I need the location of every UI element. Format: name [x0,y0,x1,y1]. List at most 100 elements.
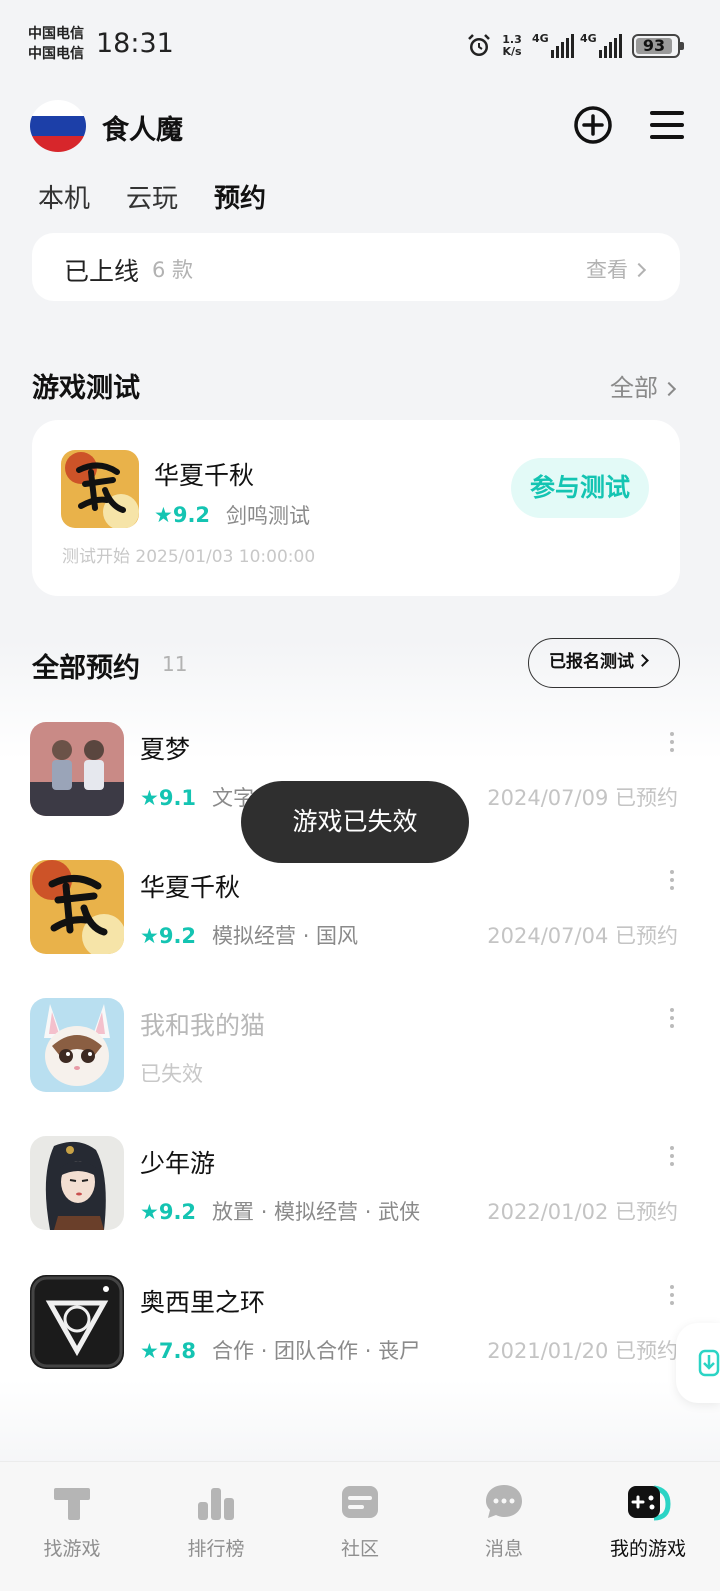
game-name: 奥西里之环 [140,1288,266,1317]
game-tags: 放置 · 模拟经营 · 武侠 [212,1200,421,1224]
test-game-meta: ★9.2 剑鸣测试 [154,500,310,530]
find-game-icon [54,1488,90,1520]
game-name: 夏梦 [140,735,191,764]
list-item[interactable]: 奥西里之环 ★7.8 合作 · 团队合作 · 丧尸 2021/01/20 已预约 [30,1275,690,1375]
nav-community-label: 社区 [340,1538,379,1560]
plus-circle-icon[interactable] [570,102,616,148]
alarm-icon [468,34,490,56]
tab-cloud[interactable]: 云玩 [126,178,178,218]
network-type-1: 4G [532,32,549,45]
nav-leaderboard-label: 排行榜 [187,1538,245,1560]
test-game-rating: ★9.2 [154,503,211,527]
join-test-button[interactable]: 参与测试 [511,458,649,518]
game-meta: ★9.2 放置 · 模拟经营 · 武侠 [140,1196,420,1226]
more-options-icon[interactable] [668,732,676,754]
nav-find-game-label: 找游戏 [43,1538,101,1560]
list-item[interactable]: 我和我的猫 已失效 [30,998,690,1098]
tab-local[interactable]: 本机 [38,178,90,218]
shaonianyou-app-icon [30,1136,124,1230]
list-item[interactable]: 华夏千秋 ★9.2 模拟经营 · 国风 2024/07/04 已预约 [30,860,690,960]
huaxia-qianqiu-app-icon [61,450,139,528]
reservation-date: 2024/07/04 已预约 [487,924,678,948]
battery-icon: 93 [632,34,684,58]
more-options-icon[interactable] [668,1285,676,1307]
online-title: 已上线 [64,257,140,286]
menu-icon[interactable] [644,102,690,148]
signal-bars-icon [551,34,574,58]
registered-tests-label: 已报名测试 [549,652,634,672]
network-type-2: 4G [580,32,597,45]
signal-bars-icon [599,34,622,58]
carrier-2: 中国电信 [28,46,84,62]
download-icon [698,1349,720,1377]
test-game-name: 华夏千秋 [154,461,255,490]
nav-my-games[interactable]: 我的游戏 [576,1462,720,1591]
view-label: 查看 [586,258,628,282]
reservation-date: 2024/07/09 已预约 [487,786,678,810]
registered-tests-button[interactable]: 已报名测试 [528,638,680,688]
view-all-tests-link[interactable]: 全部 [610,368,677,403]
cat-game-app-icon [30,998,124,1092]
game-rating: ★9.2 [140,924,197,948]
more-options-icon[interactable] [668,1008,676,1030]
more-options-icon[interactable] [668,870,676,892]
game-test-title: 游戏测试 [32,373,140,404]
network-speed: 1.3 K/s [498,34,526,58]
game-name: 少年游 [140,1149,216,1178]
more-options-icon[interactable] [668,1146,676,1168]
message-icon [486,1485,522,1518]
signal-2: 4G [580,32,622,60]
test-type: 剑鸣测试 [226,504,311,528]
clock: 18:31 [96,28,174,59]
game-rating: ★9.1 [140,786,197,810]
chevron-right-icon [636,654,649,667]
bottom-nav: 找游戏 排行榜 社区 消息 我的游戏 [0,1461,720,1591]
reservation-date: 2021/01/20 已预约 [487,1339,678,1363]
view-link[interactable]: 查看 [586,254,647,284]
game-tags: 合作 · 团队合作 · 丧尸 [212,1339,421,1363]
huaxia-qianqiu-app-icon [30,860,124,954]
game-test-card[interactable]: 华夏千秋 ★9.2 剑鸣测试 测试开始 2025/01/03 10:00:00 … [32,420,680,596]
reservation-date: 2022/01/02 已预约 [487,1200,678,1224]
gamepad-icon [628,1485,671,1521]
floating-download-button[interactable] [676,1323,720,1403]
game-rating: ★7.8 [140,1339,197,1363]
leaderboard-icon [198,1488,234,1520]
username[interactable]: 食人魔 [102,108,183,147]
nav-my-games-label: 我的游戏 [609,1538,686,1560]
tab-reservations[interactable]: 预约 [212,178,269,218]
xiameng-app-icon [30,722,124,816]
nav-leaderboard[interactable]: 排行榜 [144,1462,288,1591]
nav-find-game[interactable]: 找游戏 [0,1462,144,1591]
view-all-label: 全部 [610,374,658,402]
battery-level: 93 [642,36,666,55]
online-count: 6 款 [152,258,194,282]
list-item[interactable]: 少年游 ★9.2 放置 · 模拟经营 · 武侠 2022/01/02 已预约 [30,1136,690,1236]
game-tags: 模拟经营 · 国风 [212,924,359,948]
carrier-info: 中国电信 中国电信 [28,24,84,64]
game-status: 已失效 [140,1062,203,1086]
nav-messages[interactable]: 消息 [432,1462,576,1591]
app-header: 食人魔 [30,98,690,154]
carrier-1: 中国电信 [28,26,84,42]
osiris-ring-app-icon [30,1275,124,1369]
toast-message: 游戏已失效 [241,781,469,863]
nav-community[interactable]: 社区 [288,1462,432,1591]
signal-1: 4G [532,32,574,60]
game-rating: ★9.2 [140,1200,197,1224]
speed-unit: K/s [502,45,522,58]
online-games-card[interactable]: 已上线 6 款 查看 [32,233,680,301]
test-start-time: 测试开始 2025/01/03 10:00:00 [62,547,316,567]
chevron-right-icon [631,262,647,278]
chevron-right-icon [661,381,677,397]
game-name: 我和我的猫 [140,1011,266,1040]
reservation-count: 11 [162,652,188,676]
top-tabs: 本机 云玩 预约 [38,178,269,218]
game-meta: ★9.1 文字 [140,782,254,812]
status-icons: 1.3 K/s 4G 4G 93 [466,30,684,62]
game-name: 华夏千秋 [140,873,241,902]
avatar[interactable] [30,100,86,152]
community-icon [342,1486,378,1518]
status-bar: 中国电信 中国电信 18:31 1.3 K/s 4G 4G 93 [0,0,720,90]
all-reservations-title: 全部预约 [32,653,140,684]
